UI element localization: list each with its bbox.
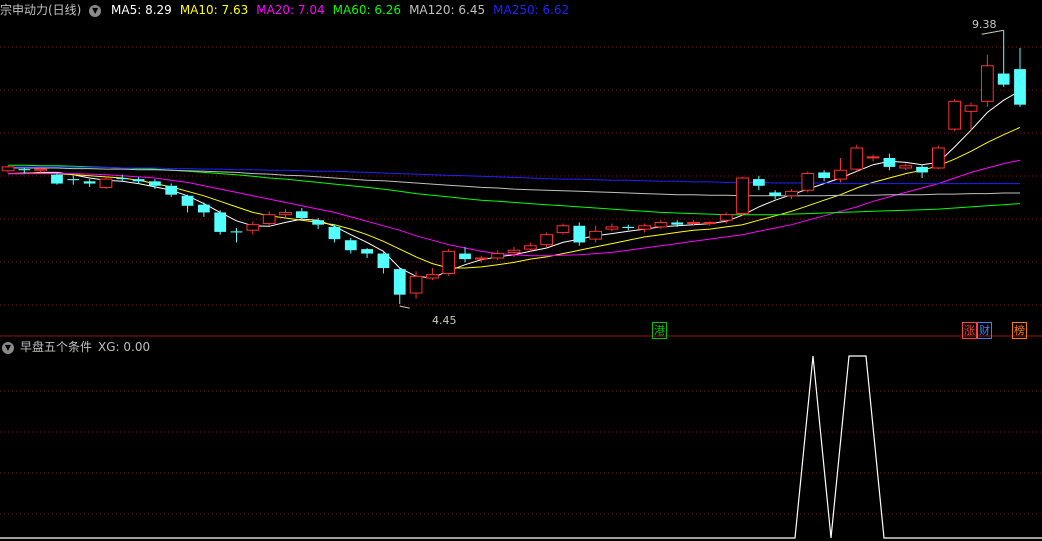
candle-body-down	[459, 253, 471, 260]
candle-body-up	[899, 165, 913, 169]
extreme-markers	[399, 29, 1004, 309]
candle-body-down	[997, 73, 1010, 85]
candle-body-up	[866, 156, 880, 159]
candle-body-down	[18, 169, 31, 171]
candle-body-up	[99, 178, 113, 188]
tag-rank[interactable]: 榜	[1012, 322, 1027, 339]
candle-body-down	[361, 249, 373, 254]
candle-body-up	[687, 221, 700, 225]
xg-value: 0.00	[123, 340, 151, 354]
candle-body-down	[295, 211, 308, 218]
candle-body-up	[34, 168, 48, 171]
candle-body-down	[1014, 69, 1026, 105]
candle-body-up	[442, 250, 456, 275]
candle-body-down	[622, 226, 635, 228]
candle-body-up	[703, 221, 717, 225]
candle-body-down	[818, 172, 831, 178]
candle-body-down	[132, 179, 145, 182]
tag-limit-up[interactable]: 涨	[962, 322, 977, 339]
ma-legend-item: MA120: 6.45	[409, 3, 486, 17]
candle-body-down	[165, 185, 178, 195]
candle-body-up	[589, 230, 602, 240]
candle-body-up	[262, 214, 276, 225]
candle-body-down	[149, 181, 161, 186]
indicator-title: 早盘五个条件	[20, 340, 93, 354]
candle-body-down	[116, 178, 129, 180]
candle-body-up	[246, 224, 260, 231]
ma-legend-item: MA60: 6.26	[332, 3, 402, 17]
candle-body-up	[719, 214, 733, 221]
candle-body-down	[230, 231, 243, 233]
chart-canvas	[0, 29, 1042, 539]
candle-body-down	[916, 166, 928, 173]
low-marker-arrow	[399, 305, 410, 309]
tag-hk[interactable]: 港	[652, 322, 667, 339]
dropdown-icon[interactable]: ▼	[2, 341, 14, 354]
candle-body-down	[752, 179, 765, 186]
low-price-label: 4.45	[432, 314, 457, 327]
candle-body-up	[491, 253, 505, 259]
ma-legend: MA5: 8.29 MA10: 7.63 MA20: 7.04 MA60: 6.26 M…	[111, 3, 577, 17]
candle-body-down	[312, 220, 325, 225]
candle-body-up	[785, 190, 798, 197]
candle-body-down	[328, 226, 341, 240]
high-price-label: 9.38	[972, 18, 997, 31]
candle-body-up	[948, 100, 962, 130]
ma-line-ma20	[8, 159, 1021, 257]
stock-title: 宗申动力(日线)	[0, 3, 82, 17]
candle-body-down	[377, 253, 390, 268]
ma-line-ma60	[8, 164, 1021, 216]
candle-body-up	[834, 169, 847, 180]
candle-body-down	[573, 225, 586, 243]
candle-body-up	[850, 147, 864, 170]
candlestick-series	[1, 30, 1026, 305]
main-chart-header: 宗申动力(日线) ▼ MA5: 8.29 MA10: 7.63 MA20: 7.04…	[0, 1, 583, 19]
candle-body-up	[426, 274, 439, 279]
candle-body-up	[980, 65, 994, 102]
candle-body-up	[540, 234, 554, 246]
xg-label: XG:	[98, 340, 124, 354]
ma-legend-item: MA250: 6.62	[493, 3, 570, 17]
candle-body-down	[883, 158, 896, 167]
candle-body-up	[474, 257, 488, 260]
candle-body-down	[344, 240, 357, 251]
candle-body-up	[1, 166, 15, 172]
candle-body-down	[51, 174, 63, 184]
sub-chart-header: ▼ 早盘五个条件 XG: 0.00	[0, 338, 156, 356]
candle-body-up	[801, 173, 815, 191]
candle-body-up	[556, 225, 570, 233]
candle-body-down	[214, 212, 227, 232]
candle-body-up	[964, 105, 978, 112]
xg-signal-line	[0, 355, 1042, 539]
candle-body-up	[605, 226, 619, 230]
tag-finance[interactable]: 财	[977, 322, 992, 339]
dropdown-icon[interactable]: ▼	[89, 4, 102, 17]
grid-lines	[0, 46, 1042, 515]
candle-body-down	[197, 204, 210, 213]
candle-body-up	[638, 225, 651, 230]
ma-legend-item: MA10: 7.63	[179, 3, 249, 17]
candle-body-down	[393, 269, 406, 295]
candle-body-down	[83, 181, 96, 184]
candle-body-down	[67, 179, 80, 181]
candle-body-up	[736, 177, 749, 215]
candle-body-up	[507, 249, 521, 253]
candle-body-up	[279, 211, 292, 216]
ma-legend-item: MA20: 7.04	[256, 3, 325, 17]
candle-body-down	[769, 192, 782, 196]
candle-body-down	[671, 222, 684, 225]
candle-body-up	[654, 221, 668, 228]
candle-body-up	[409, 275, 423, 294]
candle-body-down	[181, 195, 194, 206]
candle-body-up	[932, 147, 945, 169]
xg-indicator-panel	[0, 355, 1042, 539]
candle-body-up	[523, 245, 537, 250]
ma-legend-item: MA5: 8.29	[111, 3, 172, 17]
